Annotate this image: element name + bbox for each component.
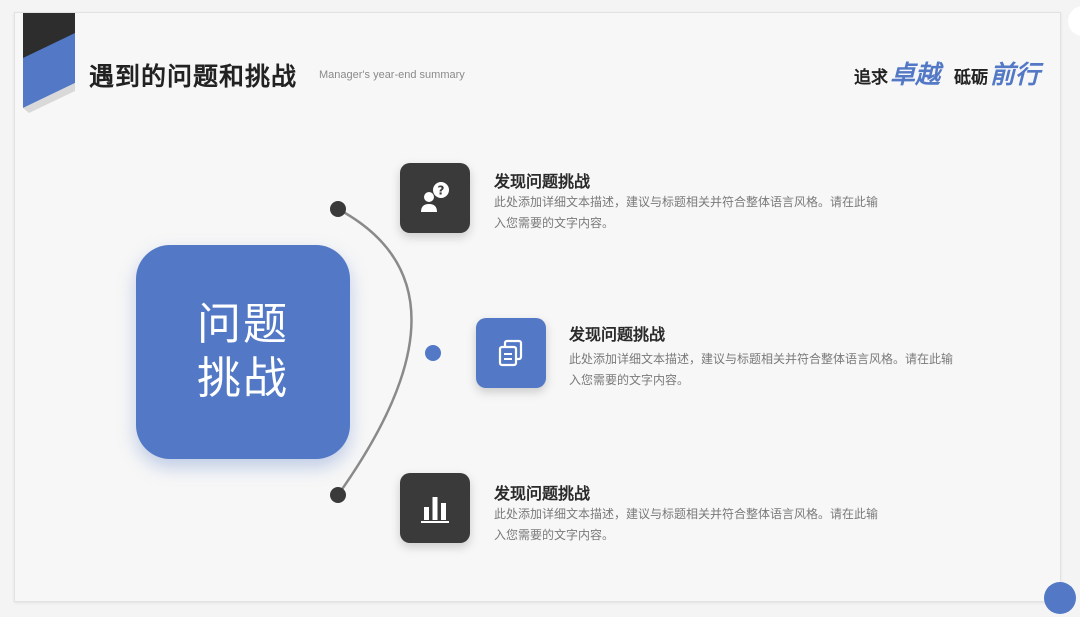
page-title: 遇到的问题和挑战: [89, 62, 298, 91]
copy-document-icon: [498, 339, 523, 367]
item-title-3: 发现问题挑战: [494, 484, 591, 503]
hero-line-1: 问题: [197, 299, 289, 350]
slogan: 追求 卓越 砥砺 前行: [854, 55, 1040, 91]
slogan-accent-1: 卓越: [889, 60, 940, 89]
slogan-accent-2: 前行: [989, 60, 1040, 89]
item-icon-box-1: ?: [400, 163, 470, 233]
item-desc-2: 此处添加详细文本描述，建议与标题相关并符合整体语言风格。请在此输入您需要的文字内…: [569, 352, 954, 387]
item-icon-box-3: [400, 473, 470, 543]
slide: 遇到的问题和挑战 Manager's year-end summary 追求 卓…: [14, 12, 1061, 602]
item-desc-3: 此处添加详细文本描述，建议与标题相关并符合整体语言风格。请在此输入您需要的文字内…: [494, 507, 879, 542]
slogan-plain-2: 砥砺: [953, 68, 988, 88]
corner-decoration-top: [1068, 6, 1080, 36]
slogan-plain-1: 追求: [853, 68, 888, 88]
hero-card: 问题 挑战: [136, 245, 350, 459]
item-icon-box-2: [476, 318, 546, 388]
item-title-1: 发现问题挑战: [494, 172, 591, 191]
item-desc-1: 此处添加详细文本描述，建议与标题相关并符合整体语言风格。请在此输入您需要的文字内…: [494, 195, 879, 230]
user-question-icon: ?: [421, 182, 449, 212]
page-subtitle: Manager's year-end summary: [319, 69, 465, 81]
brand-logo: [23, 13, 75, 113]
bar-chart-icon: [421, 497, 449, 523]
corner-decoration-bottom: [1044, 582, 1076, 614]
arc-dot-middle: [425, 345, 441, 361]
arc-dot-top: [330, 201, 346, 217]
hero-line-2: 挑战: [197, 353, 289, 404]
svg-text:?: ?: [438, 184, 445, 198]
arc-dot-bottom: [330, 487, 346, 503]
item-title-2: 发现问题挑战: [569, 325, 666, 344]
